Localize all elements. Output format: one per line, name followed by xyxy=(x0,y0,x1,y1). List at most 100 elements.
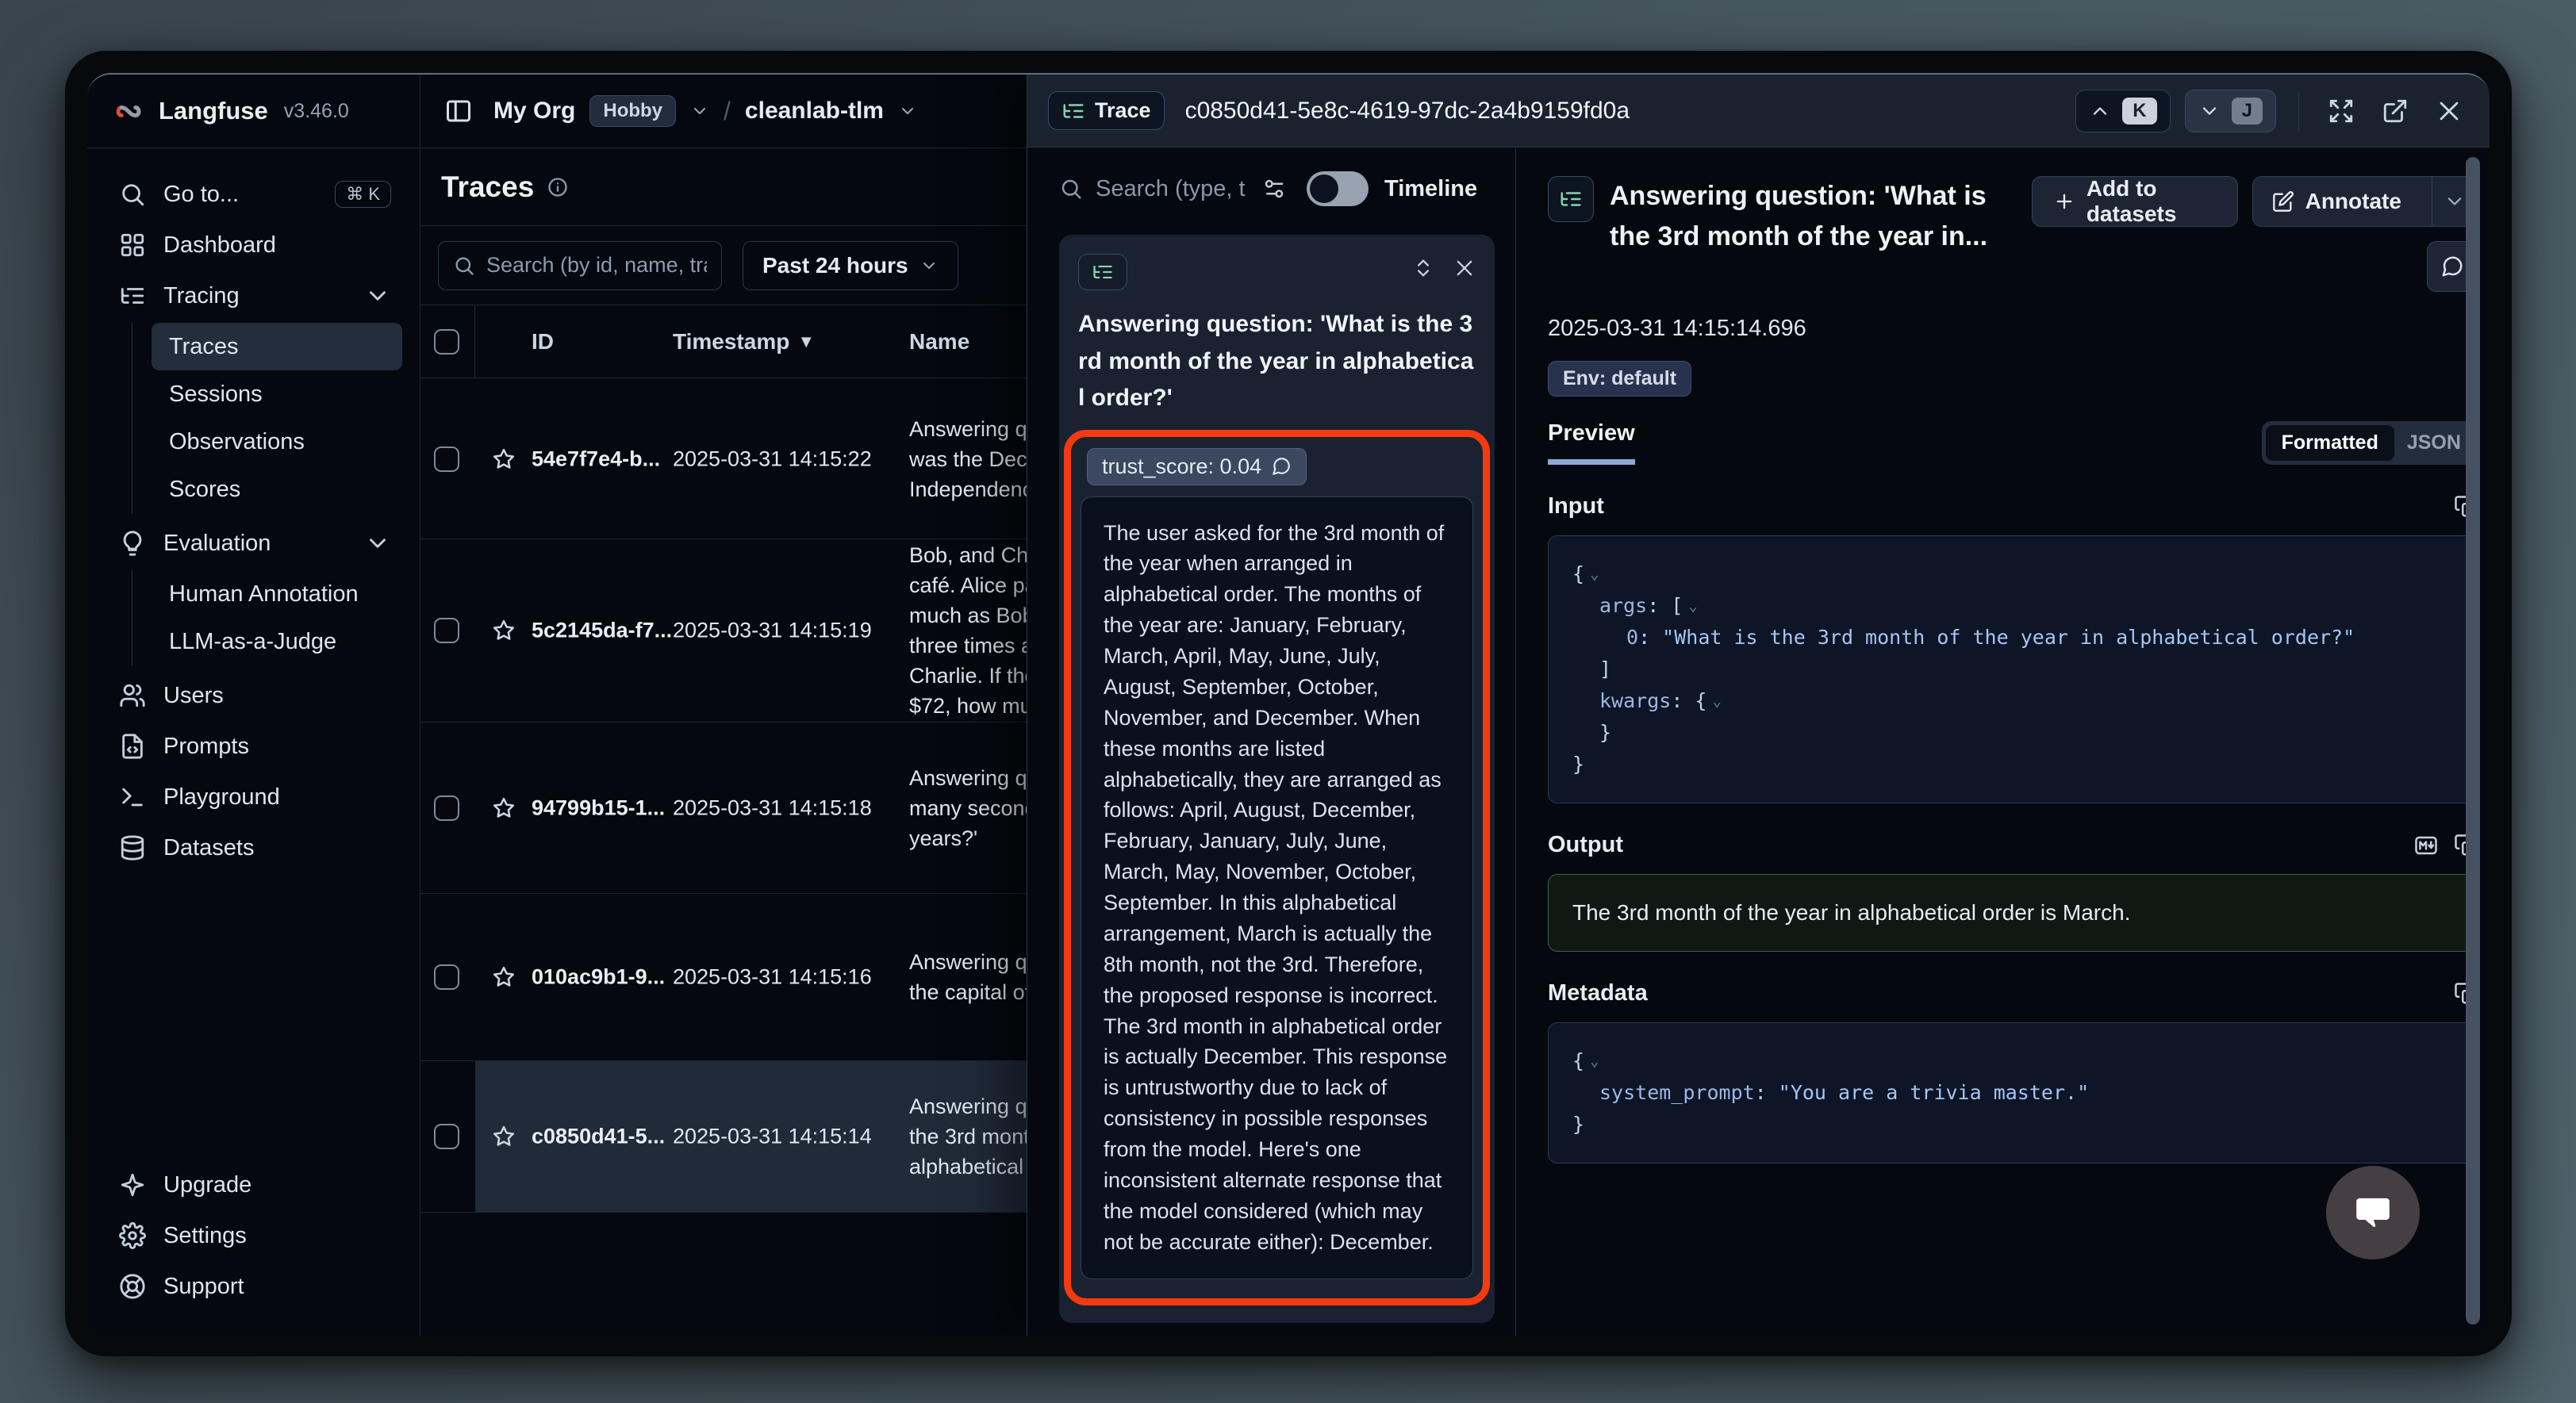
column-header-name[interactable]: Name xyxy=(909,329,969,355)
close-icon[interactable] xyxy=(1453,257,1476,279)
chevron-down-icon xyxy=(919,256,939,275)
format-json[interactable]: JSON xyxy=(2394,425,2474,461)
metadata-json-viewer[interactable]: {⌄system_prompt: "You are a trivia maste… xyxy=(1548,1022,2478,1163)
add-to-datasets-button[interactable]: Add to datasets xyxy=(2032,176,2238,227)
json-line: kwargs: {⌄ xyxy=(1572,685,2453,717)
next-trace-button[interactable]: J xyxy=(2185,90,2276,132)
org-name[interactable]: My Org xyxy=(493,98,575,125)
life-buoy-icon xyxy=(119,1273,146,1300)
collapse-chevron-icon[interactable]: ⌄ xyxy=(1712,689,1721,713)
scrollbar[interactable] xyxy=(2466,157,2480,1324)
star-icon[interactable] xyxy=(492,447,516,471)
select-all-checkbox[interactable] xyxy=(434,329,459,355)
tab-preview[interactable]: Preview xyxy=(1548,420,1635,465)
sidebar-item-prompts[interactable]: Prompts xyxy=(108,721,402,772)
sidebar-item-datasets[interactable]: Datasets xyxy=(108,822,402,873)
json-line: } xyxy=(1572,717,2453,749)
sidebar-subitems: Human Annotation LLM-as-a-Judge xyxy=(132,570,402,665)
output-section-label: Output xyxy=(1548,832,2478,858)
sidebar-item-observations[interactable]: Observations xyxy=(152,418,402,466)
trace-id-cell[interactable]: 5c2145da-f7... xyxy=(532,619,672,643)
annotation-highlight-box: trust_score: 0.04 The user asked for the… xyxy=(1064,430,1490,1305)
score-comment-box: The user asked for the 3rd month of the … xyxy=(1081,496,1473,1279)
search-icon xyxy=(453,255,475,277)
search-icon xyxy=(119,181,146,208)
annotate-button[interactable]: Annotate xyxy=(2252,176,2478,227)
trace-id-cell[interactable]: 94799b15-1... xyxy=(532,795,665,820)
format-formatted[interactable]: Formatted xyxy=(2266,425,2394,461)
row-checkbox[interactable] xyxy=(434,795,459,821)
row-checkbox[interactable] xyxy=(434,1124,459,1149)
metadata-section-label: Metadata xyxy=(1548,980,2478,1006)
goto-shortcut-badge: ⌘ K xyxy=(335,181,391,208)
trust-score-badge[interactable]: trust_score: 0.04 xyxy=(1087,448,1307,485)
page-title: Traces xyxy=(441,171,534,204)
column-header-id[interactable]: ID xyxy=(532,329,554,355)
sidebar-item-tracing[interactable]: Tracing xyxy=(108,270,402,321)
markdown-toggle-icon[interactable] xyxy=(2414,834,2438,857)
row-checkbox[interactable] xyxy=(434,618,459,643)
external-link-icon[interactable] xyxy=(2382,98,2409,125)
sidebar-subitems: Traces Sessions Observations Scores xyxy=(132,323,402,513)
trace-detail-panel: Answering question: 'What is the 3rd mon… xyxy=(1516,148,2490,1336)
star-icon[interactable] xyxy=(492,619,516,642)
view-settings-icon[interactable] xyxy=(1262,177,1286,201)
column-header-timestamp[interactable]: Timestamp ▼ xyxy=(673,329,815,355)
collapse-chevron-icon[interactable]: ⌄ xyxy=(1590,1049,1599,1073)
brand[interactable]: Langfuse v3.46.0 xyxy=(87,75,420,148)
trace-timestamp-cell: 2025-03-31 14:15:16 xyxy=(673,965,872,990)
star-icon[interactable] xyxy=(492,965,516,989)
row-checkbox[interactable] xyxy=(434,447,459,472)
tree-search-input[interactable]: Search (type, t xyxy=(1096,176,1251,202)
unfold-icon[interactable] xyxy=(1412,257,1434,279)
collapse-chevron-icon[interactable]: ⌄ xyxy=(1688,594,1697,618)
sidebar-item-human-annotation[interactable]: Human Annotation xyxy=(152,570,402,618)
sort-desc-icon: ▼ xyxy=(797,332,815,352)
sidebar-item-users[interactable]: Users xyxy=(108,670,402,721)
sidebar-item-evaluation[interactable]: Evaluation xyxy=(108,518,402,569)
brand-name: Langfuse xyxy=(159,97,268,125)
sidebar-item-playground[interactable]: Playground xyxy=(108,772,402,822)
star-icon[interactable] xyxy=(492,796,516,820)
collapse-chevron-icon[interactable]: ⌄ xyxy=(1590,562,1599,586)
trace-id-cell[interactable]: 54e7f7e4-b... xyxy=(532,447,660,472)
close-icon[interactable] xyxy=(2436,98,2463,125)
project-switcher-chevron-icon[interactable] xyxy=(898,102,917,121)
info-icon[interactable] xyxy=(547,176,569,198)
sidebar-item-traces[interactable]: Traces xyxy=(152,323,402,370)
input-section-label: Input xyxy=(1548,493,2478,519)
detail-title: Answering question: 'What is the 3rd mon… xyxy=(1610,176,2032,257)
project-name[interactable]: cleanlab-tlm xyxy=(745,98,884,125)
plan-badge: Hobby xyxy=(589,95,676,127)
sidebar-item-support[interactable]: Support xyxy=(108,1261,402,1312)
sidebar-item-scores[interactable]: Scores xyxy=(152,466,402,513)
sidebar-item-llm-as-a-judge[interactable]: LLM-as-a-Judge xyxy=(152,618,402,665)
org-switcher-chevron-icon[interactable] xyxy=(690,102,709,121)
traces-search-input[interactable]: Search (by id, name, tra xyxy=(438,241,722,290)
chevron-down-icon xyxy=(2198,100,2221,122)
support-chat-button[interactable] xyxy=(2326,1166,2420,1259)
gear-icon xyxy=(119,1222,146,1249)
time-range-select[interactable]: Past 24 hours xyxy=(743,241,958,290)
json-line: 0: "What is the 3rd month of the year in… xyxy=(1572,622,2453,654)
timeline-toggle[interactable] xyxy=(1307,171,1369,206)
trace-id-cell[interactable]: c0850d41-5... xyxy=(532,1125,665,1149)
sidebar-item-sessions[interactable]: Sessions xyxy=(152,370,402,418)
panel-left-toggle-icon[interactable] xyxy=(444,97,473,125)
trace-tree-card[interactable]: Answering question: 'What is the 3rd mon… xyxy=(1059,235,1495,1323)
comment-icon xyxy=(2440,255,2464,278)
sidebar-item-upgrade[interactable]: Upgrade xyxy=(108,1160,402,1210)
sidebar-item-dashboard[interactable]: Dashboard xyxy=(108,220,402,270)
row-checkbox[interactable] xyxy=(434,964,459,990)
output-box[interactable]: The 3rd month of the year in alphabetica… xyxy=(1548,874,2478,952)
file-code-icon xyxy=(119,733,146,760)
trace-id-cell[interactable]: 010ac9b1-9... xyxy=(532,965,665,990)
expand-icon[interactable] xyxy=(2328,98,2355,125)
database-icon xyxy=(119,834,146,861)
sidebar-item-go-to[interactable]: Go to... ⌘ K xyxy=(108,169,402,220)
sidebar-item-settings[interactable]: Settings xyxy=(108,1210,402,1261)
input-json-viewer[interactable]: {⌄args: [⌄0: "What is the 3rd month of t… xyxy=(1548,535,2478,803)
format-toggle[interactable]: Formatted JSON xyxy=(2262,421,2478,465)
prev-trace-button[interactable]: K xyxy=(2075,90,2170,132)
star-icon[interactable] xyxy=(492,1125,516,1148)
